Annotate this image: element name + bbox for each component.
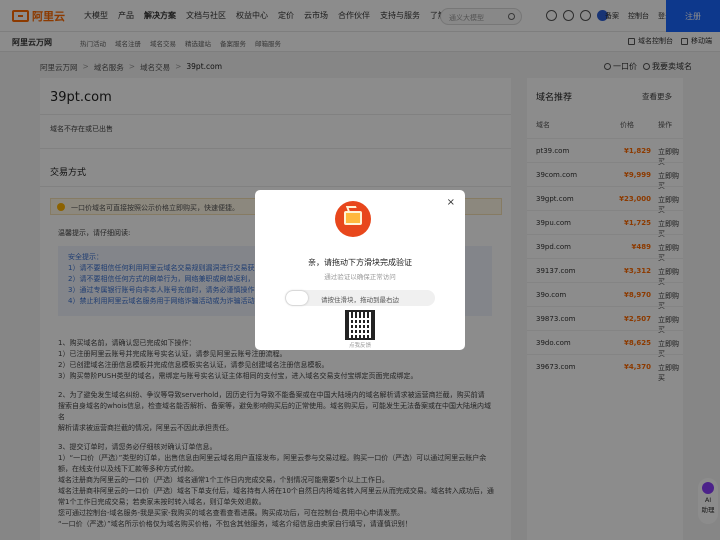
captcha-subtitle: 通过验证以确保正常访问 xyxy=(324,273,396,281)
feedback-link[interactable]: 点我反馈 xyxy=(255,341,465,349)
captcha-dialog: × 亲，请拖动下方滑块完成验证 通过验证以确保正常访问 请按住滑块，拖动到最右边… xyxy=(255,190,465,350)
captcha-title: 亲，请拖动下方滑块完成验证 xyxy=(308,258,412,267)
tv-illustration-icon xyxy=(335,201,371,237)
tv-screen xyxy=(344,211,362,225)
modal-overlay: × 亲，请拖动下方滑块完成验证 通过验证以确保正常访问 请按住滑块，拖动到最右边… xyxy=(0,0,720,540)
qr-pattern xyxy=(350,315,370,335)
slider-hint: 请按住滑块，拖动到最右边 xyxy=(321,296,399,304)
qr-code xyxy=(345,310,375,340)
close-icon[interactable]: × xyxy=(447,197,455,208)
slider-handle[interactable] xyxy=(286,291,308,305)
captcha-slider-track[interactable]: 请按住滑块，拖动到最右边 xyxy=(285,290,435,306)
